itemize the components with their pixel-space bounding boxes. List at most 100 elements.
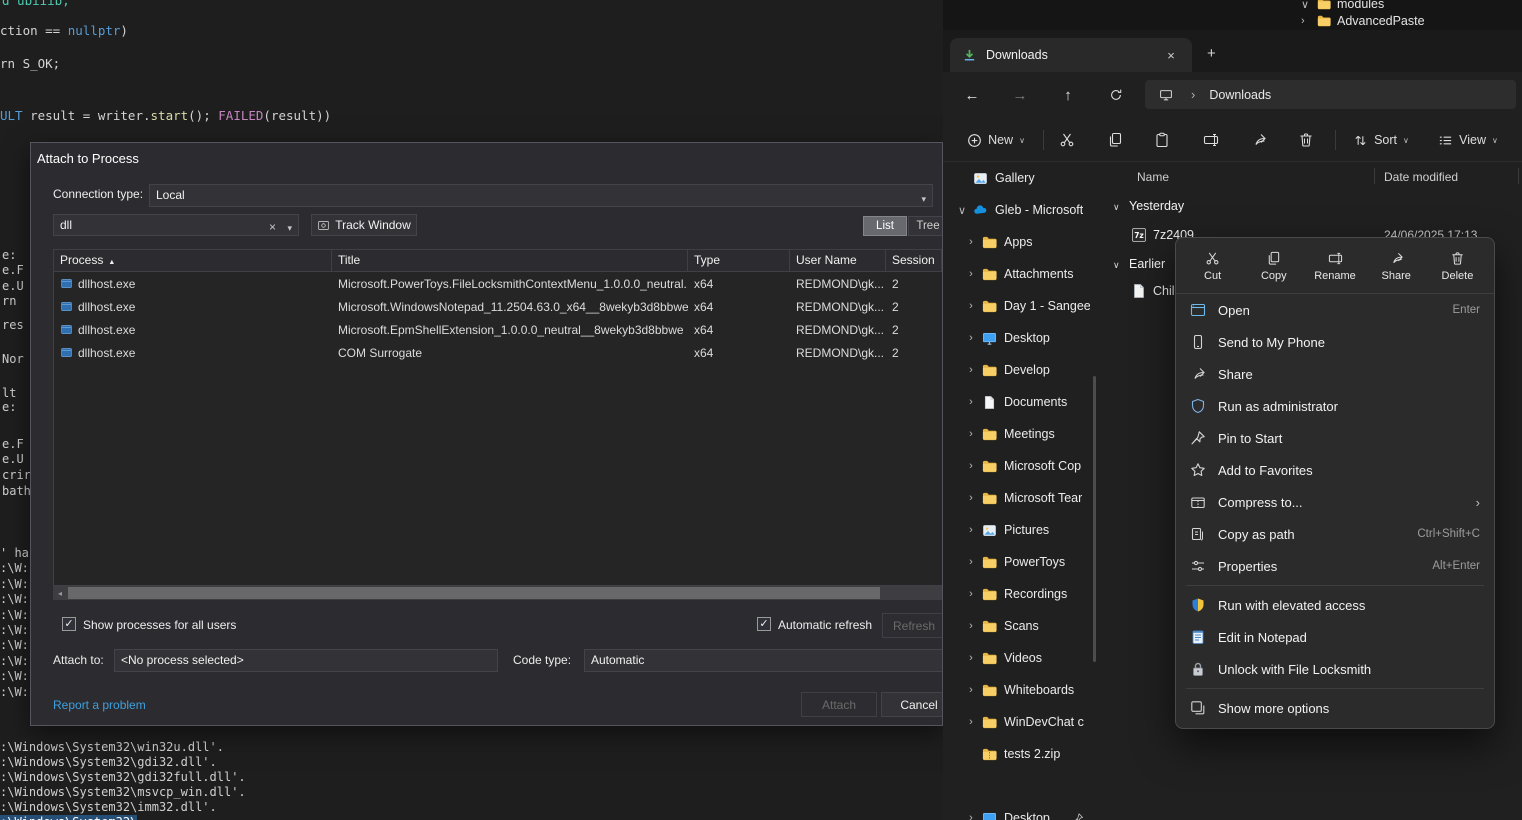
menu-item-share[interactable]: Share bbox=[1176, 358, 1494, 390]
menu-item-properties[interactable]: Properties Alt+Enter bbox=[1176, 550, 1494, 582]
sidebar-scrollbar-thumb[interactable] bbox=[1093, 376, 1096, 662]
sidebar-item-attachments[interactable]: › Attachments bbox=[943, 258, 1090, 290]
chevron-right-icon[interactable]: › bbox=[964, 812, 978, 820]
menu-item-pin-to-start[interactable]: Pin to Start bbox=[1176, 422, 1494, 454]
up-button[interactable]: ↑ bbox=[1053, 80, 1083, 110]
chevron-right-icon[interactable]: › bbox=[964, 428, 978, 440]
chevron-right-icon[interactable]: › bbox=[964, 524, 978, 536]
view-button[interactable]: View ∨ bbox=[1431, 124, 1505, 156]
menu-item-send-to-my-phone[interactable]: Send to My Phone bbox=[1176, 326, 1494, 358]
chevron-right-icon[interactable]: › bbox=[964, 236, 978, 248]
explorer-tab-downloads[interactable]: Downloads × bbox=[950, 38, 1192, 72]
sidebar-item-apps[interactable]: › Apps bbox=[943, 226, 1090, 258]
menu-item-run-with-elevated-access[interactable]: Run with elevated access bbox=[1176, 589, 1494, 621]
column-header-date-modified[interactable]: Date modified bbox=[1384, 170, 1458, 184]
report-a-problem-link[interactable]: Report a problem bbox=[53, 698, 146, 712]
connection-type-combo[interactable]: Local ▾ bbox=[149, 184, 933, 207]
sidebar-item-gallery[interactable]: Gallery bbox=[943, 162, 1090, 194]
attach-to-field[interactable]: <No process selected> bbox=[114, 649, 498, 672]
tab-close-icon[interactable]: × bbox=[1162, 46, 1180, 64]
table-row[interactable]: dllhost.exe Microsoft.EpmShellExtension_… bbox=[54, 318, 942, 341]
rename-button[interactable] bbox=[1197, 124, 1225, 156]
address-bar[interactable]: › Downloads bbox=[1145, 80, 1516, 109]
new-button[interactable]: New ∨ bbox=[957, 124, 1035, 156]
sidebar-item-develop[interactable]: › Develop bbox=[943, 354, 1090, 386]
menu-item-edit-in-notepad[interactable]: Edit in Notepad bbox=[1176, 621, 1494, 653]
cut-button[interactable]: Cut bbox=[1182, 243, 1243, 290]
share-button[interactable]: Share bbox=[1366, 243, 1427, 290]
menu-item-compress-to[interactable]: Compress to... › bbox=[1176, 486, 1494, 518]
column-divider[interactable] bbox=[1518, 168, 1519, 184]
sidebar-item-videos[interactable]: › Videos bbox=[943, 642, 1090, 674]
column-header-process[interactable]: Process▲ bbox=[54, 250, 332, 271]
refresh-button[interactable] bbox=[1101, 80, 1131, 110]
cancel-button[interactable]: Cancel bbox=[881, 692, 943, 717]
column-header-name[interactable]: Name bbox=[1137, 170, 1169, 184]
horizontal-scrollbar[interactable]: ◂ bbox=[53, 586, 943, 600]
menu-item-open[interactable]: Open Enter bbox=[1176, 294, 1494, 326]
sidebar-item-powertoys[interactable]: › PowerToys bbox=[943, 546, 1090, 578]
chevron-right-icon[interactable]: › bbox=[964, 300, 978, 312]
chevron-right-icon[interactable]: › bbox=[964, 652, 978, 664]
menu-item-unlock-with-file-locksmith[interactable]: Unlock with File Locksmith bbox=[1176, 653, 1494, 685]
automatic-refresh-checkbox[interactable]: ✓ bbox=[757, 617, 771, 631]
process-filter-input[interactable]: dll × ▾ bbox=[53, 214, 299, 236]
column-header-username[interactable]: User Name bbox=[790, 250, 886, 271]
sidebar-item-pictures[interactable]: › Pictures bbox=[943, 514, 1090, 546]
menu-item-add-to-favorites[interactable]: Add to Favorites bbox=[1176, 454, 1494, 486]
rename-button[interactable]: Rename bbox=[1304, 243, 1365, 290]
back-button[interactable]: ← bbox=[957, 80, 987, 110]
chevron-right-icon[interactable]: › bbox=[964, 492, 978, 504]
column-header-type[interactable]: Type bbox=[688, 250, 790, 271]
new-tab-button[interactable]: + bbox=[1207, 45, 1216, 62]
cut-button[interactable] bbox=[1053, 124, 1081, 156]
menu-item-run-as-administrator[interactable]: Run as administrator bbox=[1176, 390, 1494, 422]
tree-item-modules[interactable]: ∨ modules bbox=[1301, 0, 1384, 12]
scrollbar-thumb[interactable] bbox=[68, 587, 880, 599]
chevron-right-icon[interactable]: › bbox=[964, 268, 978, 280]
sidebar-item-meetings[interactable]: › Meetings bbox=[943, 418, 1090, 450]
chevron-right-icon[interactable]: › bbox=[964, 460, 978, 472]
code-type-field[interactable]: Automatic bbox=[584, 649, 943, 672]
breadcrumb-downloads[interactable]: Downloads bbox=[1209, 88, 1271, 102]
paste-button[interactable] bbox=[1148, 124, 1176, 156]
tree-item-advancedpaste[interactable]: › AdvancedPaste bbox=[1301, 12, 1425, 30]
group-header-yesterday[interactable]: Yesterday bbox=[1129, 199, 1184, 213]
chevron-down-icon[interactable]: ∨ bbox=[1113, 202, 1120, 213]
chevron-right-icon[interactable]: › bbox=[964, 684, 978, 696]
sidebar-item-recordings[interactable]: › Recordings bbox=[943, 578, 1090, 610]
share-button[interactable] bbox=[1245, 124, 1273, 156]
sidebar-item-day1-sangee[interactable]: › Day 1 - Sangee bbox=[943, 290, 1090, 322]
menu-item-copy-as-path[interactable]: Copy as path Ctrl+Shift+C bbox=[1176, 518, 1494, 550]
sidebar-item-scans[interactable]: › Scans bbox=[943, 610, 1090, 642]
sidebar-item-documents[interactable]: › Documents bbox=[943, 386, 1090, 418]
chevron-right-icon[interactable]: › bbox=[964, 396, 978, 408]
column-header-title[interactable]: Title bbox=[332, 250, 688, 271]
clear-filter-icon[interactable]: × bbox=[269, 217, 276, 236]
column-divider[interactable] bbox=[1374, 168, 1375, 184]
sidebar-item-windevchat[interactable]: › WinDevChat c bbox=[943, 706, 1090, 738]
track-window-button[interactable]: Track Window bbox=[311, 214, 417, 236]
chevron-right-icon[interactable]: › bbox=[964, 332, 978, 344]
copy-button[interactable] bbox=[1101, 124, 1129, 156]
chevron-right-icon[interactable]: › bbox=[964, 620, 978, 632]
group-header-earlier[interactable]: Earlier bbox=[1129, 257, 1165, 271]
forward-button[interactable]: → bbox=[1005, 80, 1035, 110]
menu-item-show-more-options[interactable]: Show more options bbox=[1176, 692, 1494, 724]
column-header-session[interactable]: Session bbox=[886, 250, 942, 271]
sidebar-item-onedrive[interactable]: ∨ Gleb - Microsoft bbox=[943, 194, 1090, 226]
tree-view-toggle[interactable]: Tree bbox=[908, 216, 943, 236]
sidebar-item-whiteboards[interactable]: › Whiteboards bbox=[943, 674, 1090, 706]
show-all-users-checkbox[interactable]: ✓ bbox=[62, 617, 76, 631]
table-row[interactable]: dllhost.exe Microsoft.WindowsNotepad_11.… bbox=[54, 295, 942, 318]
copy-button[interactable]: Copy bbox=[1243, 243, 1304, 290]
sort-button[interactable]: Sort ∨ bbox=[1345, 124, 1417, 156]
attach-button[interactable]: Attach bbox=[801, 692, 877, 717]
scroll-left-icon[interactable]: ◂ bbox=[53, 586, 67, 600]
chevron-down-icon[interactable]: ∨ bbox=[955, 204, 969, 217]
sidebar-item-tests2-zip[interactable]: tests 2.zip bbox=[943, 738, 1090, 770]
delete-button[interactable] bbox=[1292, 124, 1320, 156]
sidebar-item-desktop-pinned[interactable]: › Desktop bbox=[943, 802, 1090, 820]
chevron-right-icon[interactable]: › bbox=[964, 588, 978, 600]
delete-button[interactable]: Delete bbox=[1427, 243, 1488, 290]
